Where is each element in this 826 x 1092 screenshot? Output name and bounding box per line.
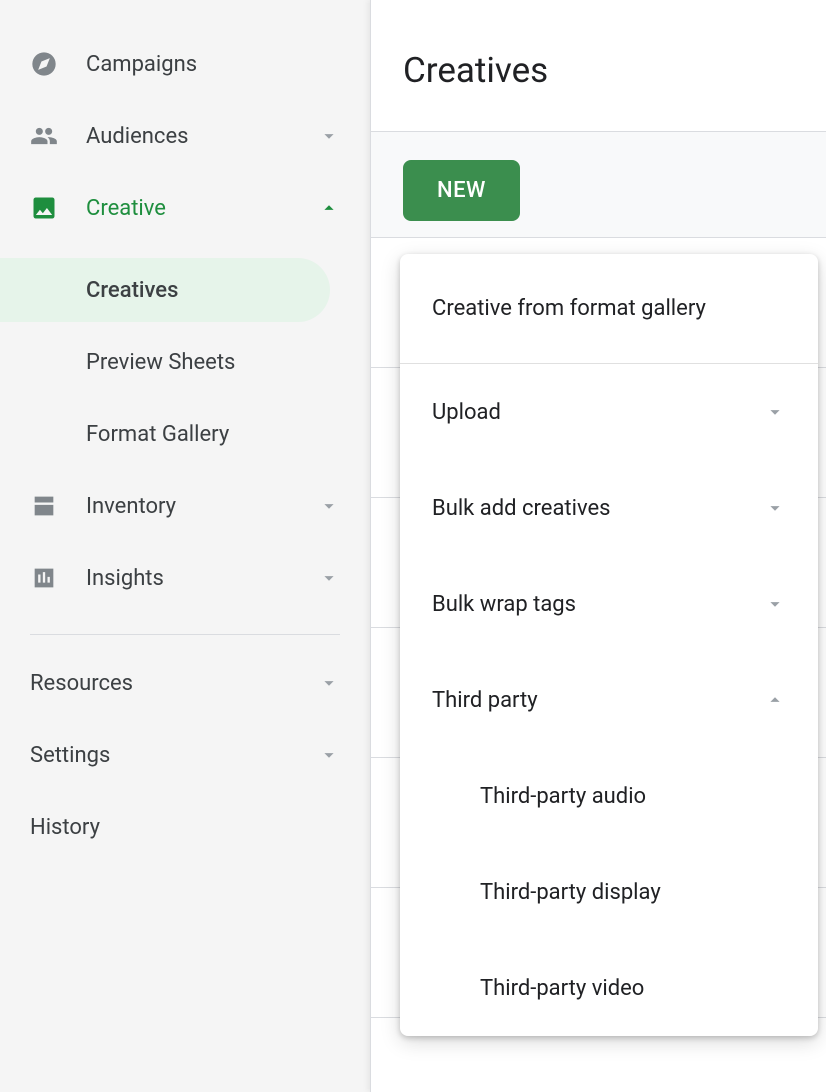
menu-item-bulk-add[interactable]: Bulk add creatives [400,460,818,556]
menu-item-upload[interactable]: Upload [400,364,818,460]
sidebar-item-campaigns[interactable]: Campaigns [0,28,370,100]
menu-subitem-third-party-video[interactable]: Third-party video [400,940,818,1036]
chevron-down-icon [764,497,786,519]
creative-subnav: Creatives Preview Sheets Format Gallery [0,244,370,470]
chevron-down-icon [318,567,340,589]
menu-label: Upload [432,400,764,425]
chevron-up-icon [318,197,340,219]
sidebar-item-insights[interactable]: Insights [0,542,370,614]
menu-item-third-party[interactable]: Third party [400,652,818,748]
chevron-down-icon [318,125,340,147]
divider [30,634,340,635]
toolbar: NEW [371,132,826,238]
menu-label: Bulk add creatives [432,496,764,521]
nav-label: Audiences [86,124,290,149]
menu-label: Bulk wrap tags [432,592,764,617]
page-header: Creatives [371,0,826,132]
sidebar-item-history[interactable]: History [0,791,370,863]
menu-item-format-gallery[interactable]: Creative from format gallery [400,254,818,364]
page-title: Creatives [403,50,794,91]
nav-label: Inventory [86,494,290,519]
sidebar-subitem-preview-sheets[interactable]: Preview Sheets [0,326,370,398]
menu-label: Third-party audio [480,784,646,809]
subitem-label: Creatives [86,278,178,303]
nav-label: Insights [86,566,290,591]
menu-subitem-third-party-audio[interactable]: Third-party audio [400,748,818,844]
chevron-down-icon [318,495,340,517]
nav-label: History [30,815,340,840]
chart-icon [30,564,58,592]
menu-label: Third party [432,688,764,713]
compass-icon [30,50,58,78]
chevron-up-icon [764,689,786,711]
menu-label: Third-party video [480,976,644,1001]
menu-subitem-third-party-display[interactable]: Third-party display [400,844,818,940]
new-dropdown-menu: Creative from format gallery Upload Bulk… [400,254,818,1036]
nav-label: Campaigns [86,52,340,77]
sidebar-item-settings[interactable]: Settings [0,719,370,791]
menu-item-bulk-wrap[interactable]: Bulk wrap tags [400,556,818,652]
sidebar-item-creative[interactable]: Creative [0,172,370,244]
sidebar-item-inventory[interactable]: Inventory [0,470,370,542]
people-icon [30,122,58,150]
nav-label: Creative [86,196,290,221]
inventory-icon [30,492,58,520]
sidebar-subitem-format-gallery[interactable]: Format Gallery [0,398,370,470]
new-button[interactable]: NEW [403,160,520,221]
image-icon [30,194,58,222]
sidebar-subitem-creatives[interactable]: Creatives [0,254,370,326]
sidebar-item-audiences[interactable]: Audiences [0,100,370,172]
chevron-down-icon [318,744,340,766]
nav-label: Settings [30,743,318,768]
sidebar-item-resources[interactable]: Resources [0,647,370,719]
chevron-down-icon [764,401,786,423]
nav-label: Resources [30,671,318,696]
menu-label: Third-party display [480,880,661,905]
menu-label: Creative from format gallery [432,296,786,321]
chevron-down-icon [318,672,340,694]
chevron-down-icon [764,593,786,615]
sidebar: Campaigns Audiences Creative Creatives P… [0,0,370,1092]
subitem-label: Format Gallery [86,422,229,447]
subitem-label: Preview Sheets [86,350,235,375]
